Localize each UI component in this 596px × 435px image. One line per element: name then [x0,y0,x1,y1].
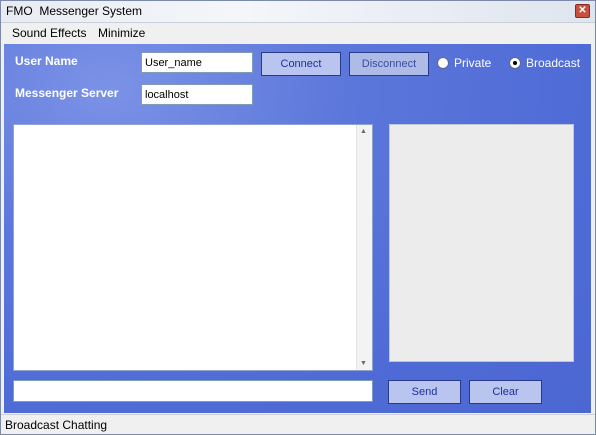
clear-button[interactable]: Clear [469,380,542,404]
scroll-down-icon[interactable]: ▼ [360,360,367,367]
messenger-server-input[interactable] [141,84,253,105]
radio-checked-icon [509,57,521,69]
user-name-input[interactable] [141,52,253,73]
menu-minimize[interactable]: Minimize [98,26,145,40]
scroll-up-icon[interactable]: ▲ [360,128,367,135]
window-title: FMO Messenger System [6,4,143,18]
online-users-list[interactable] [389,124,574,362]
menu-bar: Sound Effects Minimize [1,23,595,43]
chat-messages-area[interactable]: ▲ ▼ [13,124,373,371]
status-text: Broadcast Chatting [5,418,108,432]
title-bar[interactable]: FMO Messenger System ✕ [1,1,595,23]
messenger-server-label: Messenger Server [15,86,119,100]
status-bar: Broadcast Chatting [1,414,595,434]
private-radio[interactable]: Private [437,56,491,70]
menu-sound-effects[interactable]: Sound Effects [12,26,87,40]
disconnect-button[interactable]: Disconnect [349,52,429,76]
close-icon[interactable]: ✕ [575,4,590,18]
message-input[interactable] [13,380,373,402]
chat-scrollbar[interactable]: ▲ ▼ [356,125,372,370]
messenger-window: FMO Messenger System ✕ Sound Effects Min… [0,0,596,435]
radio-unchecked-icon [437,57,449,69]
private-radio-label: Private [454,56,492,70]
connect-button[interactable]: Connect [261,52,341,76]
main-panel: User Name Messenger Server Connect Disco… [4,44,591,413]
broadcast-radio[interactable]: Broadcast [509,56,580,70]
send-button[interactable]: Send [388,380,461,404]
broadcast-radio-label: Broadcast [526,56,581,70]
user-name-label: User Name [15,54,78,68]
